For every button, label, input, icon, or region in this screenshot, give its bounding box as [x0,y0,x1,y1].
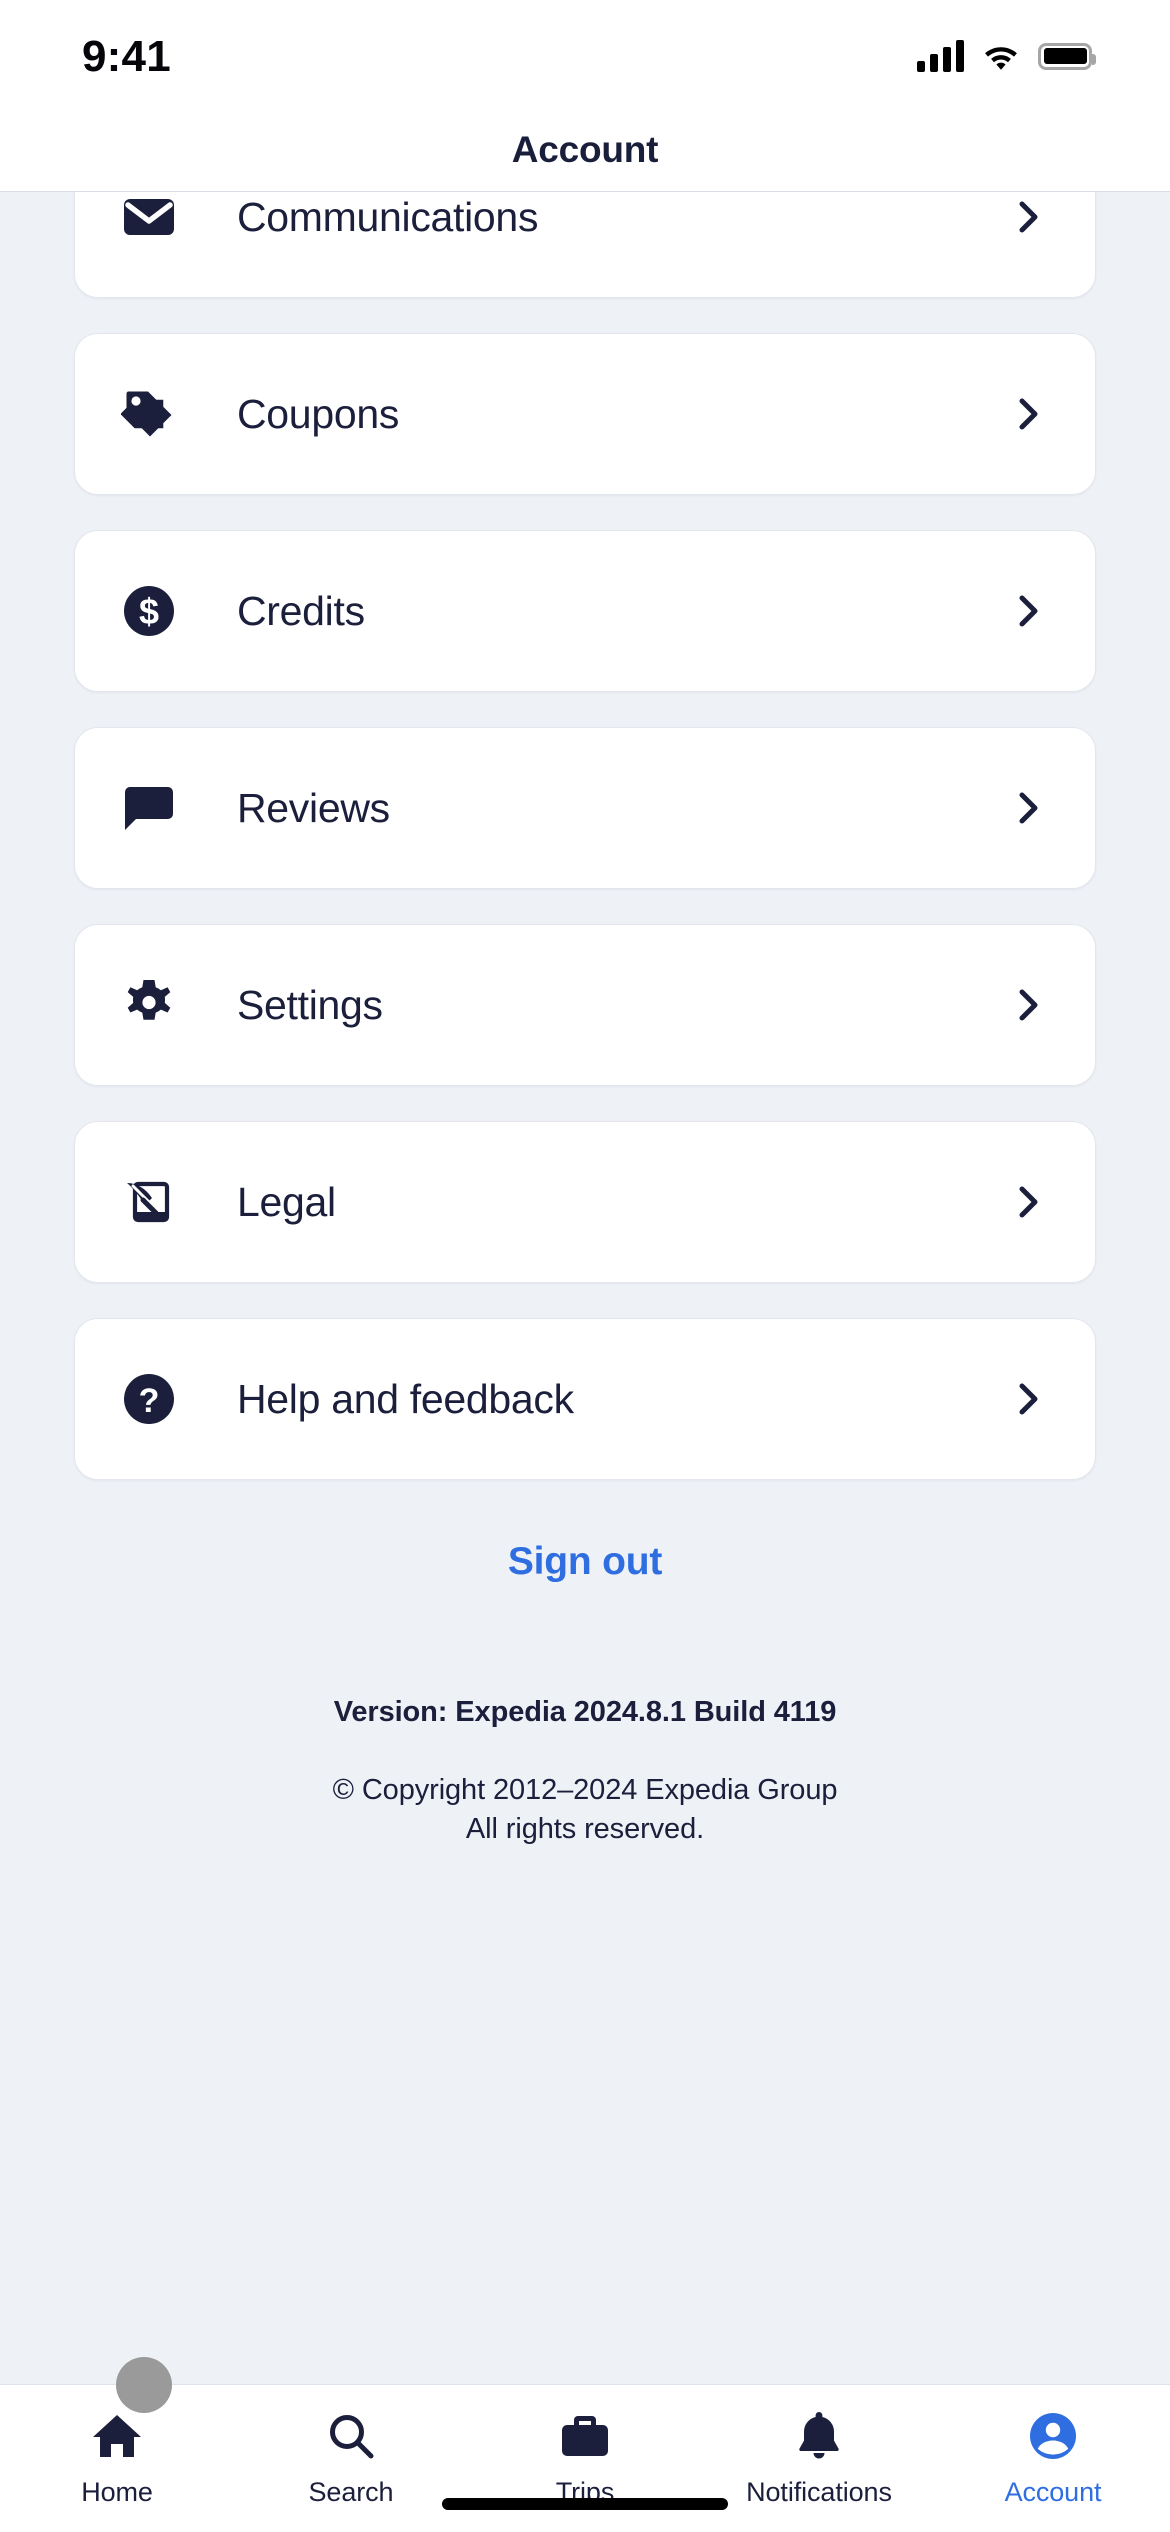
question-circle-icon: ? [121,1371,177,1427]
page-header: Account [0,108,1170,192]
tab-label: Home [81,2477,153,2507]
menu-item-label: Communications [237,193,539,240]
menu-item-legal[interactable]: Legal [74,1121,1096,1283]
status-bar: 9:41 [0,0,1170,108]
menu-item-credits[interactable]: $ Credits [74,530,1096,692]
chevron-right-icon [1011,1382,1045,1416]
touch-pointer-indicator [116,2357,172,2413]
magnifier-icon [326,2409,376,2463]
app-screen: 9:41 Account Communications Coupons $ Cr… [0,0,1170,2532]
menu-item-coupons[interactable]: Coupons [74,333,1096,495]
copyright-text: © Copyright 2012–2024 Expedia Group All … [74,1771,1096,1848]
tab-account[interactable]: Account [936,2409,1170,2508]
chevron-right-icon [1011,200,1045,234]
svg-text:?: ? [139,1382,160,1420]
chevron-right-icon [1011,397,1045,431]
menu-item-label: Coupons [237,390,400,437]
app-version-text: Version: Expedia 2024.8.1 Build 4119 [333,1696,837,1728]
account-menu-list: Communications Coupons $ Credits Reviews… [74,192,1096,1848]
tab-label: Notifications [746,2477,892,2507]
menu-item-reviews[interactable]: Reviews [74,727,1096,889]
sign-out-container: Sign out [74,1540,1096,1584]
bell-icon [795,2409,843,2463]
chevron-right-icon [1011,1185,1045,1219]
envelope-icon [121,192,177,245]
menu-item-help-and-feedback[interactable]: ? Help and feedback [74,1318,1096,1480]
cellular-signal-icon [917,40,964,72]
tab-label: Account [1004,2477,1102,2507]
tab-trips[interactable]: Trips [468,2409,702,2508]
chevron-right-icon [1011,791,1045,825]
bottom-tab-bar: Home Search Trips Notifications Account [0,2357,1170,2532]
status-bar-clock: 9:41 [82,32,171,81]
person-circle-icon [1028,2409,1078,2463]
dollar-coin-icon: $ [121,583,177,639]
menu-item-label: Legal [237,1178,336,1225]
battery-full-icon [1038,42,1096,70]
menu-item-communications[interactable]: Communications [74,192,1096,298]
copyright-line-1: © Copyright 2012–2024 Expedia Group [332,1774,838,1806]
account-scroll-region[interactable]: Communications Coupons $ Credits Reviews… [0,192,1170,2384]
tag-icon [121,386,177,442]
menu-item-settings[interactable]: Settings [74,924,1096,1086]
menu-item-label: Settings [237,981,383,1028]
tab-label: Search [308,2477,394,2507]
house-icon [91,2409,143,2463]
tab-notifications[interactable]: Notifications [702,2409,936,2508]
quill-signature-icon [121,1174,177,1230]
menu-item-label: Reviews [237,784,390,831]
chevron-right-icon [1011,594,1045,628]
copyright-line-2: All rights reserved. [465,1812,705,1845]
tab-home[interactable]: Home [0,2409,234,2508]
chat-bubble-icon [121,780,177,836]
chevron-right-icon [1011,988,1045,1022]
page-title: Account [511,128,659,170]
tab-search[interactable]: Search [234,2409,468,2508]
menu-item-label: Credits [237,587,365,634]
status-bar-indicators [917,40,1096,72]
home-indicator [442,2498,728,2510]
gear-icon [121,977,177,1033]
briefcase-icon [559,2409,611,2463]
svg-text:$: $ [139,591,159,632]
wifi-icon [982,41,1020,71]
sign-out-button[interactable]: Sign out [508,1540,663,1584]
menu-item-label: Help and feedback [237,1375,574,1422]
